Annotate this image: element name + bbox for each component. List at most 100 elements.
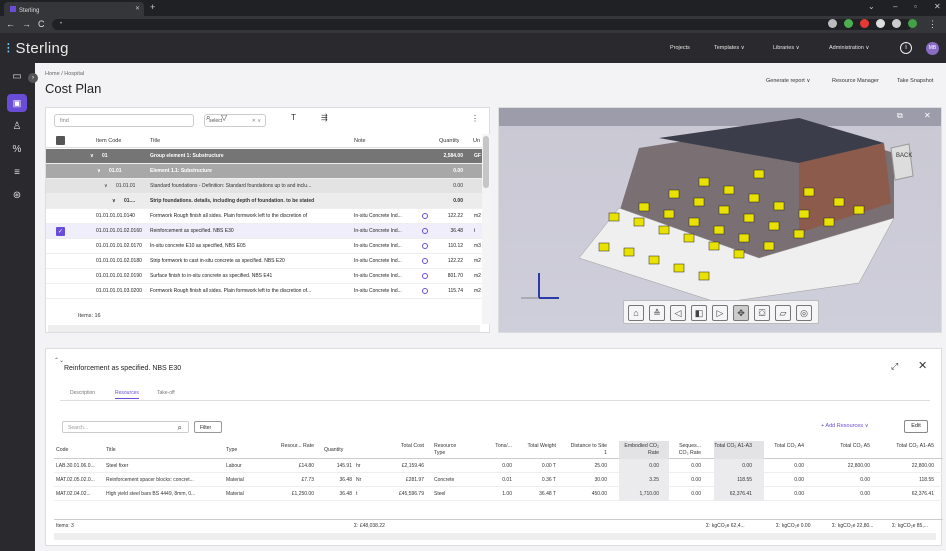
info-icon[interactable]: [422, 258, 428, 264]
resource-col-1[interactable]: Title: [106, 447, 206, 454]
resource-col-7[interactable]: Tons/...: [484, 443, 512, 450]
resource-col-12[interactable]: Total CO₂ A1-A3: [714, 443, 752, 450]
row-checkbox[interactable]: ✓: [56, 227, 65, 236]
chevron-down-icon[interactable]: ∨: [97, 168, 101, 174]
filter-button[interactable]: Filter: [194, 421, 222, 433]
table-row[interactable]: 01.01.01.01.02.0190 Surface finish to in-…: [46, 269, 482, 284]
box-icon[interactable]: ⛋: [754, 305, 770, 321]
table-row[interactable]: ∨ 01.... Strip foundations. details, inclu…: [46, 194, 482, 209]
info-icon[interactable]: [422, 213, 428, 219]
col-unit[interactable]: Un: [473, 138, 480, 144]
orbit-icon[interactable]: ✥: [733, 305, 749, 321]
col-quantity[interactable]: Quantity: [439, 138, 459, 144]
browser-menu-icon[interactable]: ⋮: [928, 19, 937, 30]
info-icon[interactable]: [422, 288, 428, 294]
resource-row[interactable]: MAT.02.04.02... High yield steel bars BS …: [54, 487, 943, 501]
text-icon[interactable]: T: [291, 113, 296, 122]
maximize-icon[interactable]: ▫: [914, 2, 917, 11]
app-logo[interactable]: ⁝ Sterling: [6, 39, 69, 57]
nav-libraries[interactable]: Libraries ∨: [773, 45, 800, 51]
tab-resources[interactable]: Resources: [115, 390, 139, 399]
resource-col-10[interactable]: Embodied CO₂ Rate: [619, 443, 659, 456]
resource-col-0[interactable]: Code: [56, 447, 96, 454]
table-row[interactable]: ∨ 01.01.01 Standard foundations - Definiti…: [46, 179, 482, 194]
grid-menu-icon[interactable]: ⋮: [471, 114, 479, 123]
ext-icon-3[interactable]: [860, 19, 869, 28]
grid-vscroll-thumb[interactable]: [483, 136, 489, 188]
collapse-toggle-icon[interactable]: ⌃⌄: [54, 357, 64, 364]
resource-col-5[interactable]: Total Cost: [384, 443, 424, 450]
new-tab-icon[interactable]: +: [150, 2, 155, 12]
resource-col-6[interactable]: Resource Type: [434, 443, 468, 456]
forward-icon[interactable]: →: [22, 19, 31, 29]
info-icon[interactable]: [422, 273, 428, 279]
col-item-code[interactable]: Item Code: [96, 138, 121, 144]
resource-col-2[interactable]: Type: [226, 447, 266, 454]
tab-search-icon[interactable]: ⌄: [868, 2, 875, 11]
sliders-icon[interactable]: ≡: [10, 166, 24, 180]
tab-close-icon[interactable]: ✕: [135, 5, 140, 12]
edit-button[interactable]: Edit: [904, 420, 928, 433]
table-row[interactable]: 01.01.01.01.02.0180 Strip formwork to cas…: [46, 254, 482, 269]
detail-close-icon[interactable]: ✕: [918, 359, 927, 372]
address-bar[interactable]: •: [52, 19, 912, 30]
layers-icon[interactable]: ≙: [649, 305, 665, 321]
resource-search-input[interactable]: Search... ⌕: [62, 421, 189, 433]
search-icon[interactable]: ⌕: [178, 423, 182, 433]
arrow-left-icon[interactable]: ◁: [670, 305, 686, 321]
resource-hscroll[interactable]: [54, 533, 936, 540]
chevron-down-icon[interactable]: ∨: [104, 183, 108, 189]
avatar[interactable]: MB: [926, 42, 939, 55]
profile-icon[interactable]: [908, 19, 917, 28]
home-icon[interactable]: ⌂: [628, 305, 644, 321]
tab-description[interactable]: Description: [70, 390, 95, 396]
view-cube-label[interactable]: BACK: [896, 153, 912, 159]
chevron-down-icon[interactable]: ∨: [112, 198, 116, 204]
back-icon[interactable]: ←: [6, 19, 15, 29]
camera-icon[interactable]: ◎: [796, 305, 812, 321]
resource-col-8[interactable]: Total Weight: [524, 443, 556, 450]
browser-tab[interactable]: Sterling ✕: [4, 2, 144, 16]
tab-take-off[interactable]: Take-off: [157, 390, 175, 396]
find-input[interactable]: find: [54, 114, 194, 127]
table-row[interactable]: ✓ 01.01.01.01.02.0160 Reinforcement as spe…: [46, 224, 482, 239]
frame-icon[interactable]: ▱: [775, 305, 791, 321]
chevron-down-icon[interactable]: ∨: [90, 153, 94, 159]
resource-col-3[interactable]: Resour... Rate: [276, 443, 314, 450]
col-title[interactable]: Title: [150, 138, 160, 144]
wrap-icon[interactable]: ⇶: [321, 113, 328, 122]
ext-icon-4[interactable]: [876, 19, 885, 28]
generate-report-button[interactable]: Generate report ∨: [766, 78, 810, 84]
select-all-checkbox[interactable]: [56, 136, 65, 145]
expand-icon[interactable]: ⤢: [891, 361, 898, 372]
resource-row[interactable]: MAT.02.05.02.0... Reinforcement spacer bl…: [54, 473, 943, 487]
sidebar-expand-icon[interactable]: ›: [28, 73, 38, 83]
percent-icon[interactable]: %: [10, 143, 24, 157]
resource-col-4[interactable]: Quantity: [324, 447, 354, 454]
minimize-icon[interactable]: –: [893, 2, 897, 11]
select-icon[interactable]: ▷: [712, 305, 728, 321]
resource-col-9[interactable]: Distance to Site 1: [569, 443, 607, 456]
ext-icon-5[interactable]: [892, 19, 901, 28]
table-row[interactable]: ∨ 01 Group element 1: Substructure 2,584.00…: [46, 149, 482, 164]
ext-icon-1[interactable]: [828, 19, 837, 28]
nav-templates[interactable]: Templates ∨: [714, 45, 745, 51]
add-resources-button[interactable]: + Add Resources ∨: [821, 423, 869, 429]
ext-icon-2[interactable]: [844, 19, 853, 28]
info-icon[interactable]: [422, 243, 428, 249]
window-close-icon[interactable]: ✕: [934, 2, 941, 11]
cost-plan-icon[interactable]: ▣: [7, 94, 27, 112]
table-row[interactable]: 01.01.01.01.03.0200 Formwork Rough finish…: [46, 284, 482, 299]
settings-icon[interactable]: ⊛: [10, 189, 24, 203]
breadcrumb[interactable]: Home / Hospital: [45, 71, 84, 77]
resource-row[interactable]: LAB.30.01.06.0... Steel fixer Labour £14.80…: [54, 459, 943, 473]
table-row[interactable]: 01.01.01.01.0140 Formwork Rough finish al…: [46, 209, 482, 224]
table-row[interactable]: ∨ 01.01 Element 1.1: Substructure 0.00: [46, 164, 482, 179]
person-icon[interactable]: ♙: [10, 120, 24, 134]
nav-projects[interactable]: Projects: [670, 45, 690, 51]
folder-icon[interactable]: ▭: [10, 70, 24, 84]
col-note[interactable]: Note: [354, 138, 366, 144]
resource-col-11[interactable]: Seques... CO₂ Rate: [669, 443, 701, 456]
resource-manager-button[interactable]: Resource Manager: [832, 78, 879, 84]
grid-hscroll[interactable]: [48, 325, 480, 332]
